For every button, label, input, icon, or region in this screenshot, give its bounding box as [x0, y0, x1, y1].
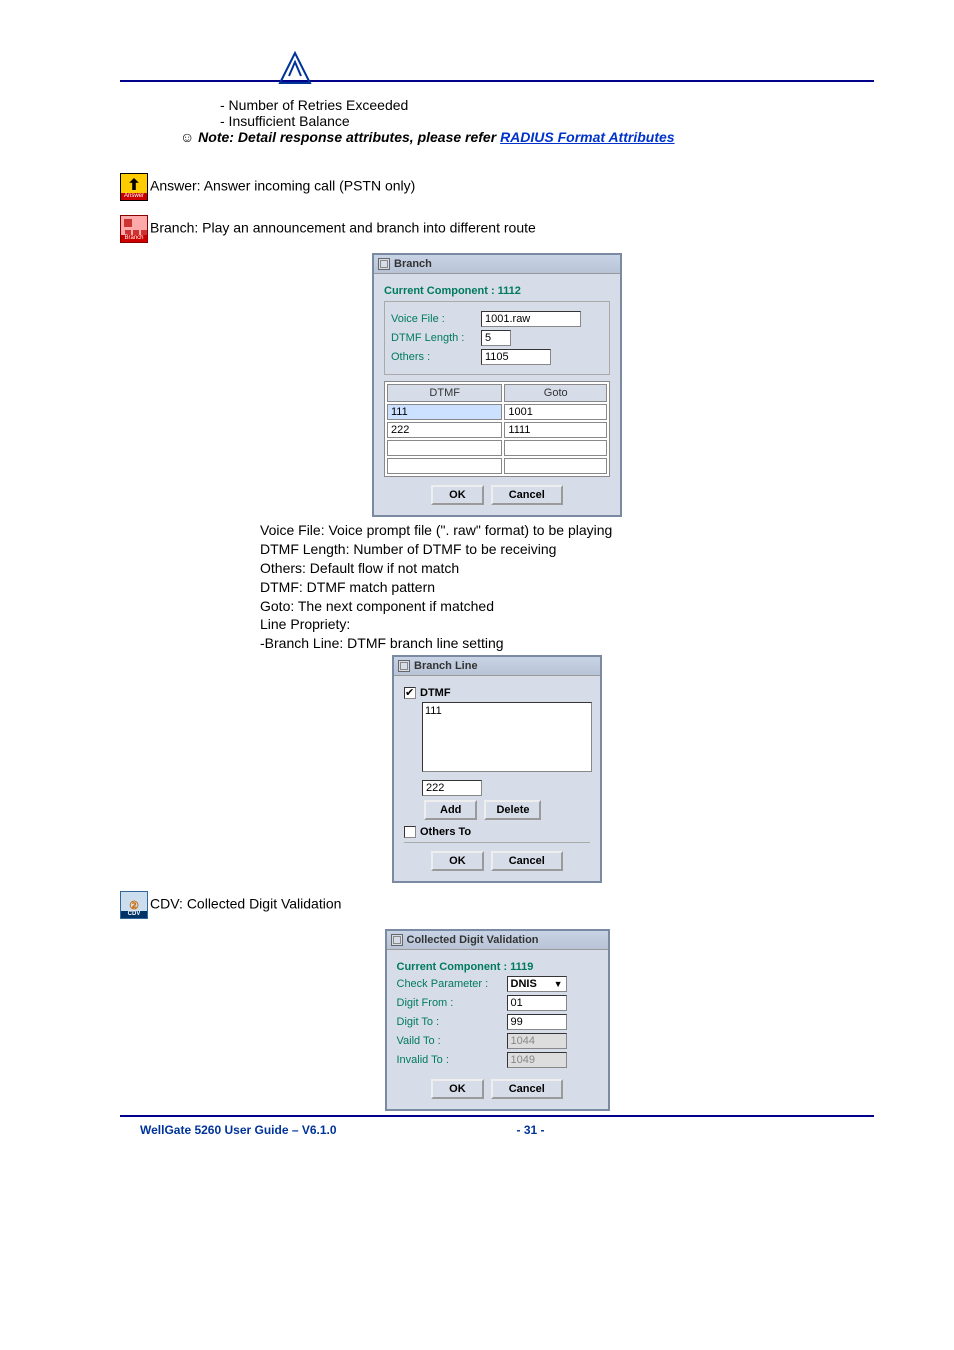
cdv-current-component: Current Component : 1119 [397, 961, 598, 973]
branch-dialog-title: Branch [374, 255, 620, 274]
company-logo [275, 48, 315, 91]
bullet-retries: - Number of Retries Exceeded [220, 97, 874, 113]
others-input[interactable]: 1105 [481, 349, 551, 365]
add-button[interactable]: Add [424, 800, 477, 820]
dtmf-add-input[interactable]: 222 [422, 780, 482, 796]
dtmf-length-input[interactable]: 5 [481, 330, 511, 346]
cancel-button[interactable]: Cancel [491, 1079, 563, 1099]
answer-icon: Answer [120, 173, 148, 201]
check-param-label: Check Parameter : [397, 978, 507, 990]
others-label: Others : [391, 351, 481, 363]
dtmf-check-label: DTMF [420, 687, 451, 699]
footer-title: WellGate 5260 User Guide – V6.1.0 [140, 1123, 337, 1137]
check-param-combo[interactable]: DNIS▼ [507, 976, 567, 992]
cancel-button[interactable]: Cancel [491, 485, 563, 505]
branchline-dialog-title: Branch Line [394, 657, 600, 676]
branch-description: Voice File: Voice prompt file (". raw" f… [260, 521, 874, 653]
window-icon [391, 934, 403, 946]
branch-table: DTMFGoto 1111001 2221111 [384, 381, 610, 477]
cdv-icon: ②CDV [120, 891, 148, 919]
digit-from-label: Digit From : [397, 997, 507, 1009]
window-icon [378, 258, 390, 270]
dtmf-checkbox[interactable] [404, 687, 416, 699]
table-row[interactable]: 2221111 [387, 422, 607, 438]
digit-from-input[interactable]: 01 [507, 995, 567, 1011]
vaild-to-label: Vaild To : [397, 1035, 507, 1047]
ok-button[interactable]: OK [431, 851, 484, 871]
note-text: ☺ Note: Detail response attributes, plea… [180, 129, 500, 145]
branch-text: Branch: Play an announcement and branch … [150, 220, 536, 236]
digit-to-input[interactable]: 99 [507, 1014, 567, 1030]
digit-to-label: Digit To : [397, 1016, 507, 1028]
branch-dialog: Branch Current Component : 1112 Voice Fi… [372, 253, 622, 517]
invalid-to-label: Invalid To : [397, 1054, 507, 1066]
branch-line-dialog: Branch Line DTMF 111 222 Add Delete Othe… [392, 655, 602, 883]
answer-text: Answer: Answer incoming call (PSTN only) [150, 178, 415, 194]
footer-page: - 31 - [517, 1123, 545, 1137]
ok-button[interactable]: OK [431, 485, 484, 505]
delete-button[interactable]: Delete [484, 800, 541, 820]
cdv-dialog: Collected Digit Validation Current Compo… [385, 929, 610, 1111]
dtmf-length-label: DTMF Length : [391, 332, 481, 344]
cancel-button[interactable]: Cancel [491, 851, 563, 871]
cdv-dialog-title: Collected Digit Validation [387, 931, 608, 950]
branch-current-component: Current Component : 1112 [384, 285, 610, 297]
col-goto: Goto [504, 384, 607, 402]
radius-format-link[interactable]: RADIUS Format Attributes [500, 129, 675, 145]
bullet-balance: - Insufficient Balance [220, 113, 874, 129]
ok-button[interactable]: OK [431, 1079, 484, 1099]
chevron-down-icon: ▼ [554, 979, 563, 989]
othersto-label: Others To [420, 826, 471, 838]
voice-file-input[interactable]: 1001.raw [481, 311, 581, 327]
voice-file-label: Voice File : [391, 313, 481, 325]
branch-icon: Branch [120, 215, 148, 243]
dtmf-listbox[interactable]: 111 [422, 702, 592, 772]
table-row[interactable]: 1111001 [387, 404, 607, 420]
window-icon [398, 660, 410, 672]
vaild-to-input: 1044 [507, 1033, 567, 1049]
invalid-to-input: 1049 [507, 1052, 567, 1068]
col-dtmf: DTMF [387, 384, 502, 402]
cdv-text: CDV: Collected Digit Validation [150, 896, 341, 912]
othersto-checkbox[interactable] [404, 826, 416, 838]
